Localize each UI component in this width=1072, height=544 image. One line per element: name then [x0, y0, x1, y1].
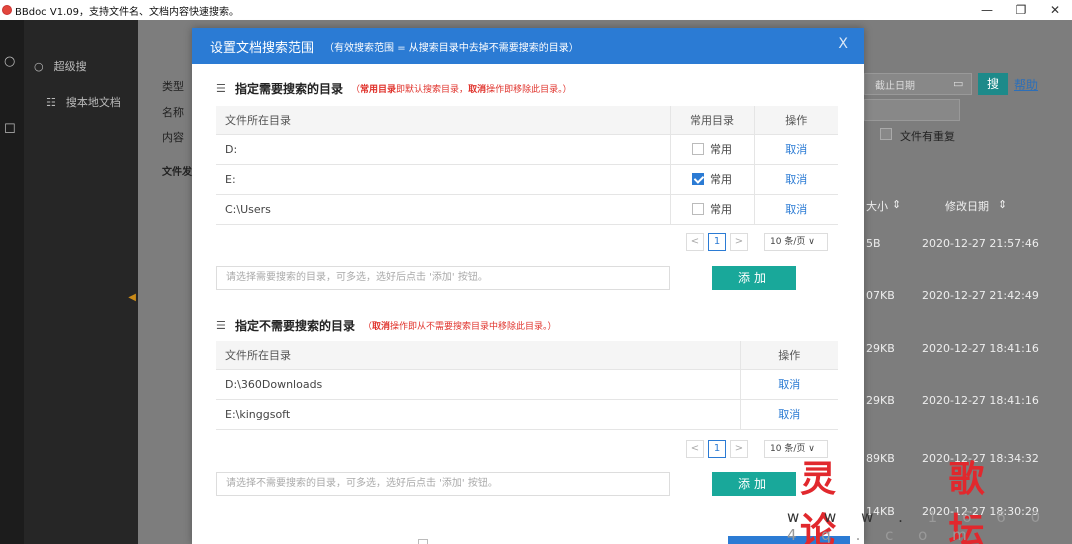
name-input[interactable] [864, 99, 960, 121]
window-title: BBdoc V1.09，支持文件名、文档内容快速搜索。 [15, 6, 239, 18]
list-icon: ☰ [216, 319, 226, 332]
dir-path: E: [216, 164, 670, 195]
row-date: 2020-12-27 21:57:46 [922, 237, 1039, 250]
table-row: E:\kinggsoft 取消 [216, 399, 838, 430]
close-icon[interactable]: X [838, 36, 848, 52]
search-icon[interactable]: ○ [4, 54, 15, 69]
content-label: 内容 [162, 131, 184, 144]
next-page-button[interactable]: > [730, 440, 748, 458]
dir-path: E:\kinggsoft [216, 399, 740, 430]
include-section-note: （常用目录即默认搜索目录，取消操作即移除此目录。） [351, 85, 572, 95]
remove-link[interactable]: 取消 [753, 134, 838, 165]
window-titlebar: BBdoc V1.09，支持文件名、文档内容快速搜索。 — ❐ ✕ [0, 0, 1072, 20]
remove-link[interactable]: 取消 [739, 399, 838, 430]
sidebar-item-local-docs[interactable]: ☷ 搜本地文档 [46, 94, 121, 110]
document-icon: ☷ [46, 95, 56, 109]
watermark-url: w w w . 1 6 6 0 4 q . c o m [787, 508, 1051, 544]
calendar-icon[interactable]: ▭ [953, 77, 963, 90]
row-date: 2020-12-27 21:42:49 [922, 289, 1039, 302]
table-row: D: 常用 取消 [216, 134, 838, 165]
page-number[interactable]: 1 [708, 440, 726, 458]
collapse-arrow-icon[interactable]: ◀ [128, 292, 136, 303]
duplicate-checkbox[interactable] [880, 128, 892, 140]
table-row: C:\Users 常用 取消 [216, 194, 838, 225]
exclude-section-title: ☰ 指定不需要搜索的目录 （取消操作即从不需要搜索目录中移除此目录。） [216, 319, 557, 333]
sidebar-item-label: 超级搜 [53, 60, 87, 73]
include-dirs-table: 文件所在目录 常用目录 操作 D: 常用 取消 E: 常用 取消 C:\User… [216, 106, 838, 225]
dialog-title: 设置文档搜索范围 [210, 40, 315, 56]
sidebar: ○ 超级搜 ☷ 搜本地文档 ◀ [24, 20, 138, 544]
include-section-title: ☰ 指定需要搜索的目录 （常用目录即默认搜索目录，取消操作即移除此目录。） [216, 82, 572, 96]
footer-checkbox[interactable] [418, 539, 428, 544]
duplicate-label: 文件有重复 [900, 130, 955, 143]
dialog-subtitle: （有效搜索范围 = 从搜索目录中去掉不需要搜索的目录） [324, 42, 579, 54]
remove-link[interactable]: 取消 [753, 164, 838, 195]
prev-page-button[interactable]: < [686, 440, 704, 458]
sidebar-item-label: 搜本地文档 [65, 96, 121, 109]
modified-header[interactable]: 修改日期 [945, 198, 989, 214]
icon-rail: ○ ☐ [0, 20, 24, 544]
column-header-action: 操作 [739, 341, 838, 370]
dir-path: D:\360Downloads [216, 369, 740, 400]
checkbox-icon[interactable] [692, 203, 704, 215]
dialog-header: 设置文档搜索范围 （有效搜索范围 = 从搜索目录中去掉不需要搜索的目录） X [192, 28, 864, 64]
restore-button[interactable]: ❐ [1004, 0, 1038, 20]
row-size: 29KB [866, 394, 895, 407]
common-checkbox[interactable]: 常用 [669, 194, 754, 225]
column-header-path: 文件所在目录 [216, 341, 740, 370]
row-size: 29KB [866, 342, 895, 355]
remove-link[interactable]: 取消 [753, 194, 838, 225]
sidebar-item-super-search[interactable]: ○ 超级搜 [34, 58, 87, 74]
exclude-add-button[interactable]: 添加 [712, 472, 796, 496]
exclude-dir-input[interactable]: 请选择不需要搜索的目录，可多选，选好后点击 '添加' 按钮。 [216, 472, 670, 496]
table-row: E: 常用 取消 [216, 164, 838, 195]
edit-icon[interactable]: ☐ [4, 122, 16, 137]
page-number[interactable]: 1 [708, 233, 726, 251]
dir-path: D: [216, 134, 670, 165]
row-size: 07KB [866, 289, 895, 302]
common-checkbox[interactable]: 常用 [669, 134, 754, 165]
name-label: 名称 [162, 106, 184, 119]
file-section-label: 文件发 [162, 167, 192, 178]
checked-checkbox-icon[interactable] [692, 173, 704, 185]
end-date-input[interactable]: 截止日期 ▭ [864, 73, 972, 95]
row-date: 2020-12-27 18:41:16 [922, 394, 1039, 407]
next-page-button[interactable]: > [730, 233, 748, 251]
help-link[interactable]: 帮助 [1014, 76, 1038, 93]
sort-icon[interactable]: ⇕ [892, 198, 901, 211]
list-icon: ☰ [216, 82, 226, 95]
search-icon: ○ [34, 59, 44, 73]
common-checkbox[interactable]: 常用 [669, 164, 754, 195]
table-row: D:\360Downloads 取消 [216, 369, 838, 400]
minimize-button[interactable]: — [970, 0, 1004, 20]
app-logo-icon [2, 5, 12, 15]
end-date-placeholder: 截止日期 [875, 81, 915, 92]
search-scope-dialog: 设置文档搜索范围 （有效搜索范围 = 从搜索目录中去掉不需要搜索的目录） X ☰… [192, 28, 864, 544]
exclude-dirs-table: 文件所在目录 操作 D:\360Downloads 取消 E:\kinggsof… [216, 341, 838, 430]
exclude-section-note: （取消操作即从不需要搜索目录中移除此目录。） [363, 322, 557, 332]
search-button[interactable]: 搜 [978, 73, 1008, 95]
page-size-select[interactable]: 10 条/页 ∨ [764, 233, 828, 251]
close-window-button[interactable]: ✕ [1038, 0, 1072, 20]
include-dir-input[interactable]: 请选择需要搜索的目录，可多选，选好后点击 '添加' 按钮。 [216, 266, 670, 290]
window-controls: — ❐ ✕ [970, 0, 1072, 20]
column-header-common: 常用目录 [669, 106, 754, 135]
column-header-action: 操作 [753, 106, 838, 135]
prev-page-button[interactable]: < [686, 233, 704, 251]
size-header[interactable]: 大小 [866, 198, 888, 214]
include-pager: < 1 > 10 条/页 ∨ [686, 233, 828, 251]
row-size: 5B [866, 237, 881, 250]
row-date: 2020-12-27 18:41:16 [922, 342, 1039, 355]
column-header-path: 文件所在目录 [216, 106, 670, 135]
checkbox-icon[interactable] [692, 143, 704, 155]
dir-path: C:\Users [216, 194, 670, 225]
type-label: 类型 [162, 80, 184, 93]
include-add-button[interactable]: 添加 [712, 266, 796, 290]
sort-icon[interactable]: ⇕ [998, 198, 1007, 211]
remove-link[interactable]: 取消 [739, 369, 838, 400]
